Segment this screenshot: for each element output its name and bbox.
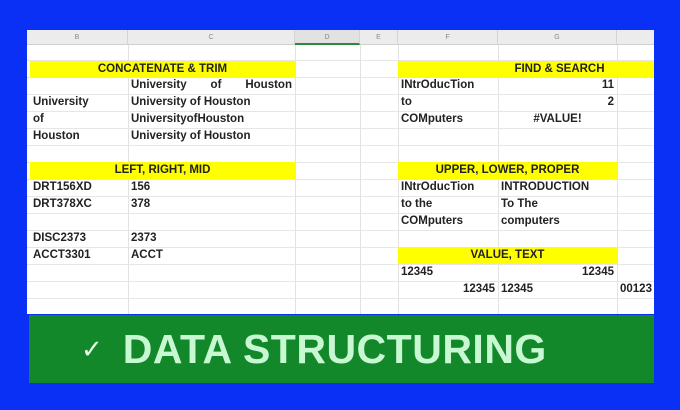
cell[interactable]: 11 — [498, 77, 617, 94]
cell[interactable]: COMputers — [398, 213, 498, 230]
upper-lower-proper-header[interactable]: UPPER, LOWER, PROPER — [398, 162, 617, 179]
column-header-e[interactable]: E — [360, 30, 398, 45]
concatenate-header[interactable]: CONCATENATE & TRIM — [30, 61, 295, 78]
cell[interactable]: computers — [498, 213, 617, 230]
find-search-header[interactable]: FIND & SEARCH — [398, 61, 654, 78]
spreadsheet[interactable]: B C D E F G CONCATENATE & TRIM Universit… — [27, 30, 654, 314]
cell[interactable]: 12345 — [498, 264, 617, 281]
column-header-c[interactable]: C — [128, 30, 295, 45]
column-header-g[interactable]: G — [498, 30, 617, 45]
cell[interactable]: University of Houston — [128, 94, 295, 111]
column-header-d[interactable]: D — [295, 30, 360, 45]
cell[interactable]: #VALUE! — [498, 111, 617, 128]
checkmark-icon: ✓ — [81, 333, 103, 364]
cell[interactable]: University — [30, 94, 128, 111]
cell[interactable]: to the — [398, 196, 498, 213]
cell[interactable]: COMputers — [398, 111, 498, 128]
cell[interactable]: ACCT3301 — [30, 247, 128, 264]
cell-text: of — [210, 79, 222, 91]
cell[interactable]: INtrOducTion — [398, 179, 498, 196]
cell[interactable]: 12345 — [498, 281, 617, 298]
cell[interactable]: DRT156XD — [30, 179, 128, 196]
column-header-h[interactable] — [617, 30, 654, 45]
cell[interactable]: of — [30, 111, 128, 128]
cell[interactable]: INTRODUCTION — [498, 179, 617, 196]
cell[interactable]: UniversityofHouston — [128, 111, 295, 128]
cell-c-trim[interactable]: University of Houston — [128, 77, 295, 94]
cell[interactable]: 2 — [498, 94, 617, 111]
cell-text: University — [131, 79, 187, 91]
cell[interactable]: 12345 — [398, 281, 498, 298]
cell-text: Houston — [245, 79, 292, 91]
cell[interactable]: DRT378XC — [30, 196, 128, 213]
cell[interactable]: 156 — [128, 179, 295, 196]
gridline — [27, 145, 654, 146]
column-header-f[interactable]: F — [398, 30, 498, 45]
gridline — [27, 298, 654, 299]
column-header-b[interactable]: B — [27, 30, 128, 45]
title-banner: ✓ DATA STRUCTURING — [29, 315, 654, 383]
banner-title: DATA STRUCTURING — [122, 325, 547, 372]
cell[interactable]: 2373 — [128, 230, 295, 247]
cell[interactable]: University of Houston — [128, 128, 295, 145]
left-right-mid-header[interactable]: LEFT, RIGHT, MID — [30, 162, 295, 179]
cell[interactable]: To The — [498, 196, 617, 213]
cell[interactable]: Houston — [30, 128, 128, 145]
cell[interactable]: 12345 — [398, 264, 498, 281]
cell[interactable]: ACCT — [128, 247, 295, 264]
cell[interactable]: INtrOducTion — [398, 77, 498, 94]
cell[interactable]: 378 — [128, 196, 295, 213]
cell[interactable]: DISC2373 — [30, 230, 128, 247]
cell[interactable]: to — [398, 94, 498, 111]
value-text-header[interactable]: VALUE, TEXT — [398, 247, 617, 264]
cell[interactable]: 00123 — [617, 281, 654, 298]
